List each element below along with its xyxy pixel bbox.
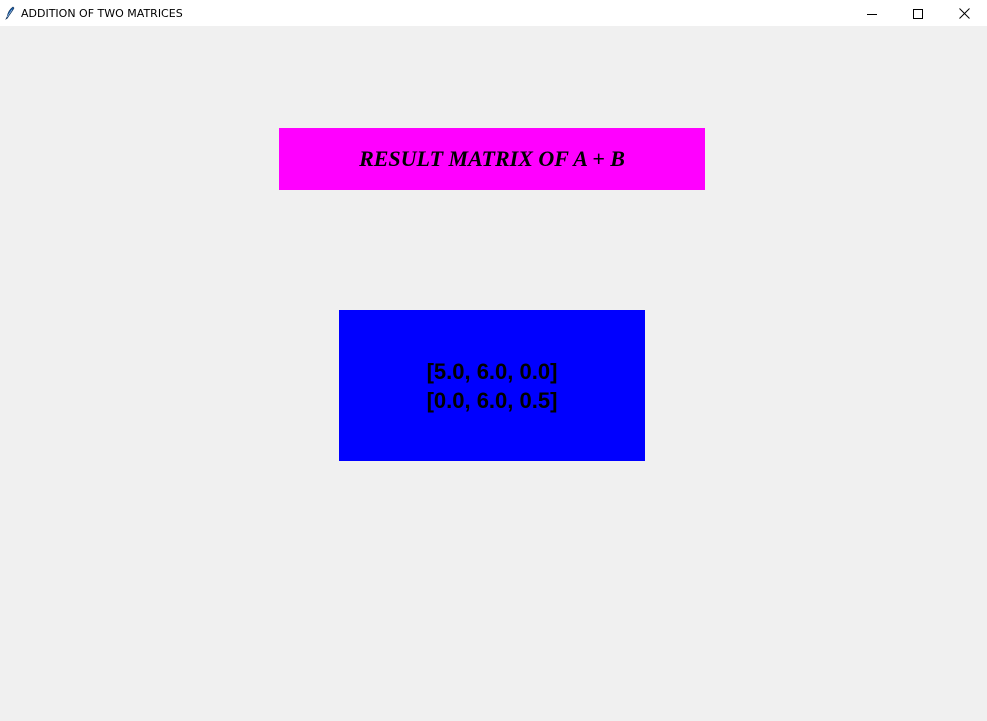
close-button[interactable] — [941, 0, 987, 26]
feather-icon — [2, 5, 18, 21]
close-icon — [958, 4, 970, 23]
maximize-icon — [913, 4, 923, 23]
window-title: ADDITION OF TWO MATRICES — [21, 6, 183, 20]
result-matrix-row: [5.0, 6.0, 0.0] — [426, 358, 558, 384]
minimize-button[interactable] — [849, 0, 895, 26]
minimize-icon — [867, 4, 877, 23]
result-heading-label: RESULT MATRIX OF A + B — [279, 128, 705, 190]
title-bar[interactable]: ADDITION OF TWO MATRICES — [0, 0, 987, 26]
result-heading-text: RESULT MATRIX OF A + B — [359, 146, 625, 171]
window-controls — [849, 0, 987, 26]
maximize-button[interactable] — [895, 0, 941, 26]
result-matrix-row: [0.0, 6.0, 0.5] — [426, 387, 558, 413]
result-matrix-label: [5.0, 6.0, 0.0] [0.0, 6.0, 0.5] — [339, 310, 645, 461]
